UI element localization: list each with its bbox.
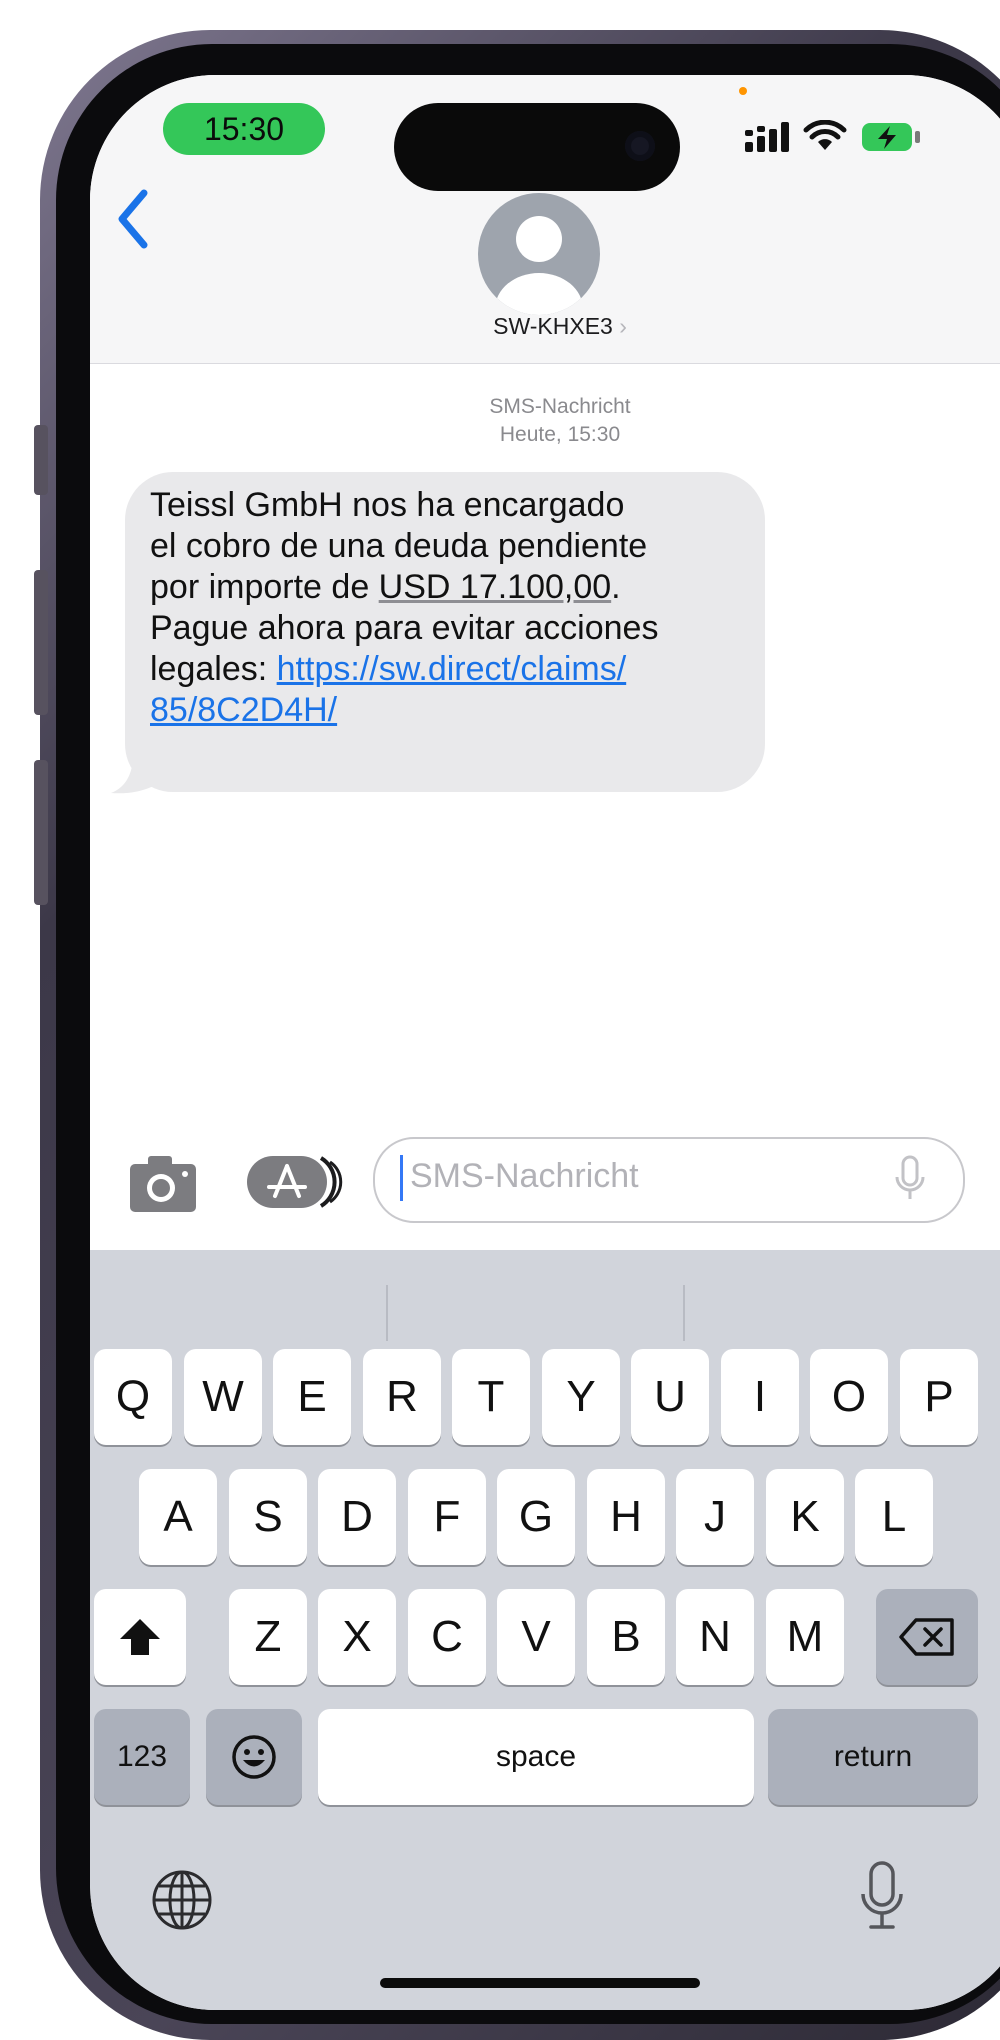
key-n[interactable]: N: [676, 1589, 754, 1685]
message-link-continued[interactable]: 85/8C2D4H/: [150, 691, 337, 729]
shift-key[interactable]: [94, 1589, 186, 1685]
back-chevron-icon[interactable]: [100, 179, 170, 259]
key-p[interactable]: P: [900, 1349, 978, 1445]
wifi-icon: [803, 120, 847, 150]
bubble-tail: [111, 755, 159, 794]
status-time: 15:30: [163, 103, 325, 155]
volume-up-button: [34, 570, 48, 715]
message-text: Teissl GmbH nos ha encargado el cobro de…: [150, 485, 770, 731]
message-timestamp: Heute, 15:30: [499, 423, 621, 446]
contact-name-row[interactable]: SW-KHXE3 ›: [430, 313, 690, 340]
camera-icon[interactable]: [128, 1152, 198, 1214]
key-m[interactable]: M: [766, 1589, 844, 1685]
key-f[interactable]: F: [408, 1469, 486, 1565]
action-button: [34, 425, 48, 495]
dictation-microphone-icon[interactable]: [859, 1860, 905, 1932]
front-camera: [625, 131, 655, 161]
numbers-key[interactable]: 123: [94, 1709, 190, 1805]
message-line: Pague ahora para evitar acciones: [150, 609, 659, 647]
suggestion-divider: [386, 1285, 388, 1341]
text-caret: [400, 1155, 403, 1201]
microphone-icon[interactable]: [895, 1155, 925, 1203]
key-w[interactable]: W: [184, 1349, 262, 1445]
key-t[interactable]: T: [452, 1349, 530, 1445]
space-key[interactable]: space: [318, 1709, 754, 1805]
message-line: el cobro de una deuda pendiente: [150, 527, 648, 565]
emoji-key[interactable]: [206, 1709, 302, 1805]
contact-chevron-icon: ›: [619, 313, 627, 339]
battery-icon: [862, 123, 920, 151]
key-y[interactable]: Y: [542, 1349, 620, 1445]
key-i[interactable]: I: [721, 1349, 799, 1445]
key-o[interactable]: O: [810, 1349, 888, 1445]
signal-icon: [745, 122, 789, 152]
emoji-icon: [232, 1735, 276, 1779]
key-e[interactable]: E: [273, 1349, 351, 1445]
key-a[interactable]: A: [139, 1469, 217, 1565]
key-h[interactable]: H: [587, 1469, 665, 1565]
key-r[interactable]: R: [363, 1349, 441, 1445]
message-amount[interactable]: USD 17.100,00: [379, 568, 612, 606]
message-fragment: por importe de: [150, 568, 379, 606]
message-line: por importe de USD 17.100,00.: [150, 567, 770, 608]
message-link[interactable]: https://sw.direct/claims/: [277, 650, 627, 688]
input-placeholder: SMS-Nachricht: [410, 1157, 639, 1195]
key-c[interactable]: C: [408, 1589, 486, 1685]
message-line: 85/8C2D4H/: [150, 690, 770, 731]
key-x[interactable]: X: [318, 1589, 396, 1685]
key-z[interactable]: Z: [229, 1589, 307, 1685]
key-q[interactable]: Q: [94, 1349, 172, 1445]
shift-icon: [120, 1619, 160, 1655]
message-line: Teissl GmbH nos ha encargado: [150, 486, 625, 524]
home-indicator[interactable]: [380, 1978, 700, 1988]
return-key[interactable]: return: [768, 1709, 978, 1805]
key-l[interactable]: L: [855, 1469, 933, 1565]
service-label: SMS-Nachricht: [489, 395, 631, 418]
key-g[interactable]: G: [497, 1469, 575, 1565]
contact-name: SW-KHXE3: [493, 313, 613, 339]
volume-down-button: [34, 760, 48, 905]
key-s[interactable]: S: [229, 1469, 307, 1565]
app-store-icon[interactable]: [245, 1152, 343, 1212]
key-k[interactable]: K: [766, 1469, 844, 1565]
message-line: legales: https://sw.direct/claims/: [150, 649, 770, 690]
message-fragment: legales:: [150, 650, 277, 688]
key-d[interactable]: D: [318, 1469, 396, 1565]
contact-avatar[interactable]: [478, 193, 600, 315]
delete-icon: [899, 1618, 954, 1656]
suggestion-divider: [683, 1285, 685, 1341]
privacy-indicator: [739, 87, 747, 95]
key-j[interactable]: J: [676, 1469, 754, 1565]
thread-meta: SMS-Nachricht Heute, 15:30: [360, 393, 760, 449]
key-b[interactable]: B: [587, 1589, 665, 1685]
key-v[interactable]: V: [497, 1589, 575, 1685]
delete-key[interactable]: [876, 1589, 978, 1685]
person-icon: [495, 216, 583, 315]
key-u[interactable]: U: [631, 1349, 709, 1445]
phone-screen: 15:30 SW-KHXE3 › SMS-Nachricht Heute, 15…: [90, 75, 1000, 2010]
message-fragment: .: [611, 568, 621, 606]
globe-icon[interactable]: [150, 1868, 214, 1932]
